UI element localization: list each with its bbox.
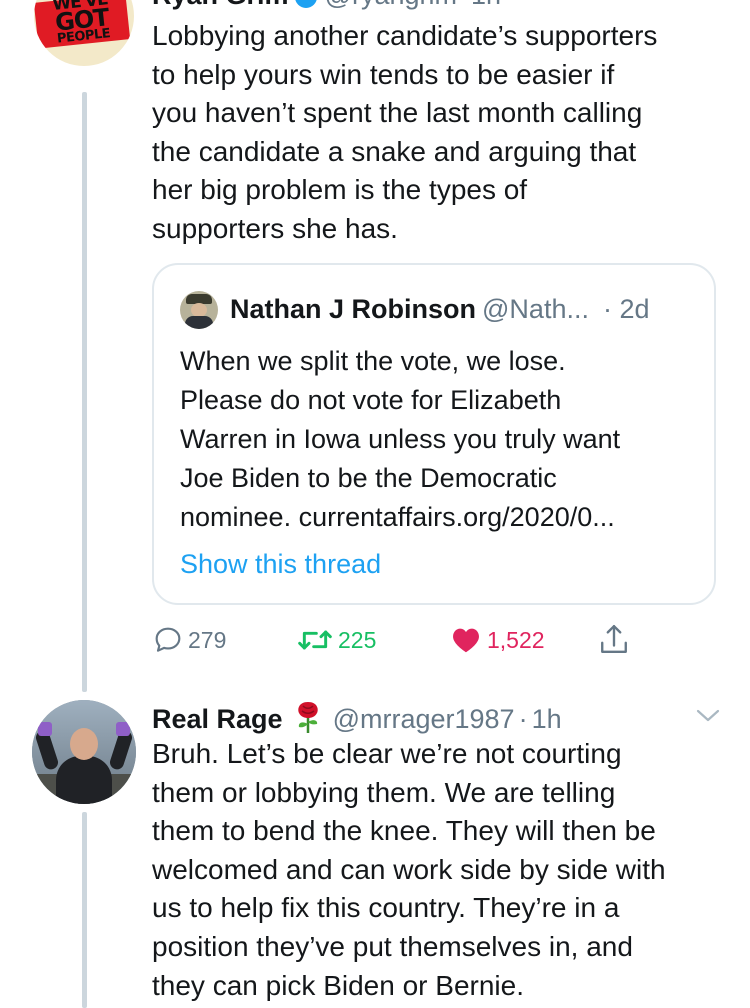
quoted-text-line: Joe Biden to be the Democratic: [180, 463, 557, 493]
quoted-text-line: Please do not vote for Elizabeth: [180, 385, 562, 415]
tweet-text: Lobbying another candidate’s supporters …: [152, 17, 732, 249]
verified-badge-icon: [294, 0, 317, 8]
quoted-tweet-header: Nathan J Robinson @Nath... · 2d: [230, 293, 650, 325]
tweet-time[interactable]: 1h: [471, 0, 501, 10]
quoted-text-line: nominee. currentaffairs.org/2020/0...: [180, 502, 615, 532]
quoted-avatar[interactable]: [180, 291, 218, 329]
tweet-text-line: to help yours win tends to be easier if: [152, 58, 615, 90]
reply-count: 279: [188, 626, 227, 653]
chevron-down-icon[interactable]: [694, 706, 722, 731]
quoted-author-handle[interactable]: @Nath...: [482, 294, 589, 324]
tweet-text-line: supporters she has.: [152, 212, 398, 244]
tweet-text-line: Bruh. Let’s be clear we’re not courting: [152, 738, 622, 769]
retweet-button[interactable]: 225: [296, 620, 376, 660]
tweet-time[interactable]: 1h: [532, 704, 562, 734]
quoted-author-name[interactable]: Nathan J Robinson: [230, 294, 476, 324]
reply-icon: [155, 627, 181, 652]
like-button[interactable]: 1,522: [449, 620, 545, 660]
avatar[interactable]: [32, 700, 136, 804]
avatar-sticker: WE'VE GOT PEOPLE: [34, 0, 131, 49]
tweet-text-line: them to bend the knee. They will then be: [152, 815, 656, 847]
tweet-text-line: you haven’t spent the last month calling: [152, 97, 643, 129]
author-handle[interactable]: @ryangrim: [325, 0, 457, 10]
tweet-text-line: they can pick Biden or Bernie.: [152, 969, 524, 1001]
heart-icon: [453, 628, 479, 653]
reply-button[interactable]: 279: [152, 620, 226, 660]
quoted-text-line: Warren in Iowa unless you truly want: [180, 424, 621, 454]
quoted-tweet-card[interactable]: Nathan J Robinson @Nath... · 2d When we sp…: [152, 263, 716, 605]
tweet-text-line: position they’ve put themselves in, and: [152, 930, 633, 962]
timeline: WE'VE GOT PEOPLE Ryan Grim @ryangrim 1h Lo…: [0, 0, 750, 1008]
author-name[interactable]: Real Rage: [152, 704, 283, 734]
show-thread-link[interactable]: Show this thread: [180, 548, 381, 580]
retweet-count: 225: [338, 626, 377, 653]
separator-dot: ·: [518, 704, 528, 735]
tweet-text-line: her big problem is the types of: [152, 174, 528, 206]
tweet-text-line: them or lobbying them. We are telling: [152, 776, 616, 808]
tweet-action-bar: 279 225 1,522: [152, 620, 652, 660]
tweet-text-line: the candidate a snake and arguing that: [152, 135, 637, 167]
share-icon: [601, 624, 627, 653]
tweet-text-line: welcomed and can work side by side with: [152, 853, 666, 885]
author-handle[interactable]: @mrrager1987: [333, 704, 515, 734]
quoted-text-line: When we split the vote, we lose.: [180, 346, 566, 376]
avatar[interactable]: WE'VE GOT PEOPLE: [34, 0, 134, 66]
like-count: 1,522: [487, 626, 545, 653]
author-name[interactable]: Ryan Grim: [152, 0, 289, 10]
thread-connector-line: [82, 92, 87, 692]
tweet-text-line: us to help fix this country. They’re in …: [152, 892, 620, 924]
quoted-tweet-text: When we split the vote, we lose. Please …: [180, 342, 700, 537]
retweet-icon: [298, 630, 332, 650]
tweet-text-line: Lobbying another candidate’s supporters: [152, 20, 658, 51]
share-button[interactable]: [597, 620, 631, 660]
quoted-tweet-time[interactable]: · 2d: [603, 294, 650, 324]
tweet-header: Ryan Grim @ryangrim 1h: [152, 0, 501, 9]
tweet-text: Bruh. Let’s be clear we’re not courting …: [152, 735, 732, 1005]
thread-connector-line: [82, 812, 87, 1008]
